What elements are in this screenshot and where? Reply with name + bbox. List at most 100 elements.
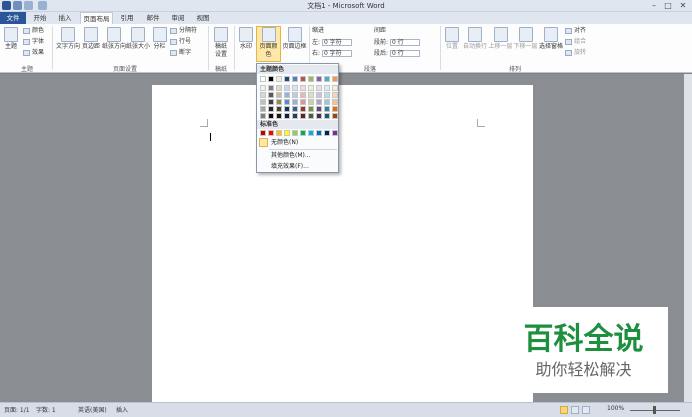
theme-shade-swatch[interactable] bbox=[332, 99, 338, 105]
theme-shade-swatch[interactable] bbox=[292, 85, 298, 91]
theme-shade-swatch[interactable] bbox=[276, 106, 282, 112]
theme-shade-swatch[interactable] bbox=[300, 106, 306, 112]
page-count[interactable]: 页面: 1/1 bbox=[4, 405, 30, 414]
document-page[interactable] bbox=[152, 85, 533, 402]
standard-color-swatch[interactable] bbox=[300, 130, 306, 136]
standard-color-swatch[interactable] bbox=[316, 130, 322, 136]
tab-file[interactable]: 文件 bbox=[0, 12, 26, 24]
theme-shade-swatch[interactable] bbox=[300, 85, 306, 91]
theme-shade-swatch[interactable] bbox=[276, 99, 282, 105]
effects-button[interactable]: 效果 bbox=[23, 49, 44, 57]
theme-shade-swatch[interactable] bbox=[324, 106, 330, 112]
fill-effects-option[interactable]: 填充效果(F)... bbox=[271, 163, 309, 171]
standard-color-swatch[interactable] bbox=[276, 130, 282, 136]
theme-shade-swatch[interactable] bbox=[316, 99, 322, 105]
tab-view[interactable]: 视图 bbox=[192, 12, 214, 24]
margins-button[interactable]: 页边距 bbox=[80, 27, 102, 51]
theme-color-swatch[interactable] bbox=[324, 76, 330, 82]
theme-shade-swatch[interactable] bbox=[308, 92, 314, 98]
zoom-level[interactable]: 100% bbox=[607, 405, 624, 412]
theme-shade-swatch[interactable] bbox=[308, 106, 314, 112]
indent-right-spinner[interactable]: 右: 0 字符 bbox=[312, 48, 352, 57]
hyphenation-button[interactable]: 断字 bbox=[170, 49, 191, 57]
language-indicator[interactable]: 英语(美国) bbox=[78, 405, 107, 414]
standard-color-swatch[interactable] bbox=[308, 130, 314, 136]
standard-color-swatch[interactable] bbox=[332, 130, 338, 136]
theme-shade-swatch[interactable] bbox=[292, 113, 298, 119]
theme-color-swatch[interactable] bbox=[308, 76, 314, 82]
theme-shade-swatch[interactable] bbox=[316, 106, 322, 112]
theme-shade-swatch[interactable] bbox=[324, 113, 330, 119]
print-layout-icon[interactable] bbox=[560, 406, 568, 414]
theme-color-swatch[interactable] bbox=[276, 76, 282, 82]
indent-left-value[interactable]: 0 字符 bbox=[321, 39, 352, 46]
spacing-after-spinner[interactable]: 段后: 0 行 bbox=[374, 48, 420, 57]
close-icon[interactable]: ✕ bbox=[677, 1, 689, 10]
theme-color-swatch[interactable] bbox=[284, 76, 290, 82]
send-backward-button[interactable]: 下移一层 bbox=[513, 27, 538, 51]
theme-color-swatch[interactable] bbox=[300, 76, 306, 82]
theme-shade-swatch[interactable] bbox=[324, 99, 330, 105]
no-color-option[interactable]: 无颜色(N) bbox=[271, 139, 298, 147]
line-numbers-button[interactable]: 行号 bbox=[170, 38, 191, 46]
theme-shade-swatch[interactable] bbox=[292, 92, 298, 98]
themes-button[interactable]: 主题 bbox=[2, 27, 20, 51]
theme-shade-swatch[interactable] bbox=[260, 113, 266, 119]
theme-color-swatch[interactable] bbox=[332, 76, 338, 82]
columns-button[interactable]: 分栏 bbox=[151, 27, 168, 51]
theme-shade-swatch[interactable] bbox=[260, 106, 266, 112]
theme-shade-swatch[interactable] bbox=[300, 113, 306, 119]
theme-shade-swatch[interactable] bbox=[316, 85, 322, 91]
full-screen-icon[interactable] bbox=[571, 406, 579, 414]
theme-shade-swatch[interactable] bbox=[332, 85, 338, 91]
position-button[interactable]: 位置 bbox=[443, 27, 461, 51]
theme-color-swatch[interactable] bbox=[316, 76, 322, 82]
theme-color-swatch[interactable] bbox=[292, 76, 298, 82]
theme-shade-swatch[interactable] bbox=[332, 106, 338, 112]
theme-shade-swatch[interactable] bbox=[284, 92, 290, 98]
theme-shade-swatch[interactable] bbox=[260, 85, 266, 91]
theme-shade-swatch[interactable] bbox=[324, 92, 330, 98]
watermark-button[interactable]: 水印 bbox=[237, 27, 255, 51]
theme-shade-swatch[interactable] bbox=[268, 99, 274, 105]
vertical-scrollbar[interactable] bbox=[684, 74, 692, 402]
size-button[interactable]: 纸张大小 bbox=[126, 27, 150, 51]
theme-shade-swatch[interactable] bbox=[284, 85, 290, 91]
theme-shade-swatch[interactable] bbox=[268, 113, 274, 119]
theme-shade-swatch[interactable] bbox=[276, 85, 282, 91]
breaks-button[interactable]: 分隔符 bbox=[170, 27, 197, 35]
tab-mailings[interactable]: 邮件 bbox=[142, 12, 164, 24]
theme-shade-swatch[interactable] bbox=[268, 85, 274, 91]
indent-right-value[interactable]: 0 字符 bbox=[321, 50, 352, 57]
standard-color-swatch[interactable] bbox=[292, 130, 298, 136]
tab-references[interactable]: 引用 bbox=[116, 12, 138, 24]
tab-insert[interactable]: 插入 bbox=[54, 12, 76, 24]
group-button[interactable]: 组合 bbox=[565, 38, 586, 46]
standard-color-swatch[interactable] bbox=[260, 130, 266, 136]
standard-color-swatch[interactable] bbox=[268, 130, 274, 136]
maximize-icon[interactable]: □ bbox=[662, 1, 674, 10]
theme-shade-swatch[interactable] bbox=[268, 92, 274, 98]
selection-pane-button[interactable]: 选择窗格 bbox=[539, 27, 563, 51]
theme-shade-swatch[interactable] bbox=[300, 92, 306, 98]
orientation-button[interactable]: 纸张方向 bbox=[102, 27, 126, 51]
page-borders-button[interactable]: 页面边框 bbox=[282, 27, 307, 51]
theme-shade-swatch[interactable] bbox=[300, 99, 306, 105]
spacing-after-value[interactable]: 0 行 bbox=[389, 50, 420, 57]
theme-shade-swatch[interactable] bbox=[316, 113, 322, 119]
theme-shade-swatch[interactable] bbox=[292, 106, 298, 112]
wrap-text-button[interactable]: 自动换行 bbox=[462, 27, 488, 51]
standard-color-swatch[interactable] bbox=[324, 130, 330, 136]
theme-shade-swatch[interactable] bbox=[284, 99, 290, 105]
fonts-button[interactable]: 字体 bbox=[23, 38, 44, 46]
draft-button[interactable]: 稿纸 设置 bbox=[212, 27, 230, 59]
align-button[interactable]: 对齐 bbox=[565, 27, 586, 35]
theme-shade-swatch[interactable] bbox=[308, 85, 314, 91]
theme-shade-swatch[interactable] bbox=[316, 92, 322, 98]
theme-shade-swatch[interactable] bbox=[276, 92, 282, 98]
theme-shade-swatch[interactable] bbox=[276, 113, 282, 119]
tab-home[interactable]: 开始 bbox=[29, 12, 51, 24]
spacing-before-value[interactable]: 0 行 bbox=[389, 39, 420, 46]
theme-shade-swatch[interactable] bbox=[284, 106, 290, 112]
theme-shade-swatch[interactable] bbox=[332, 92, 338, 98]
